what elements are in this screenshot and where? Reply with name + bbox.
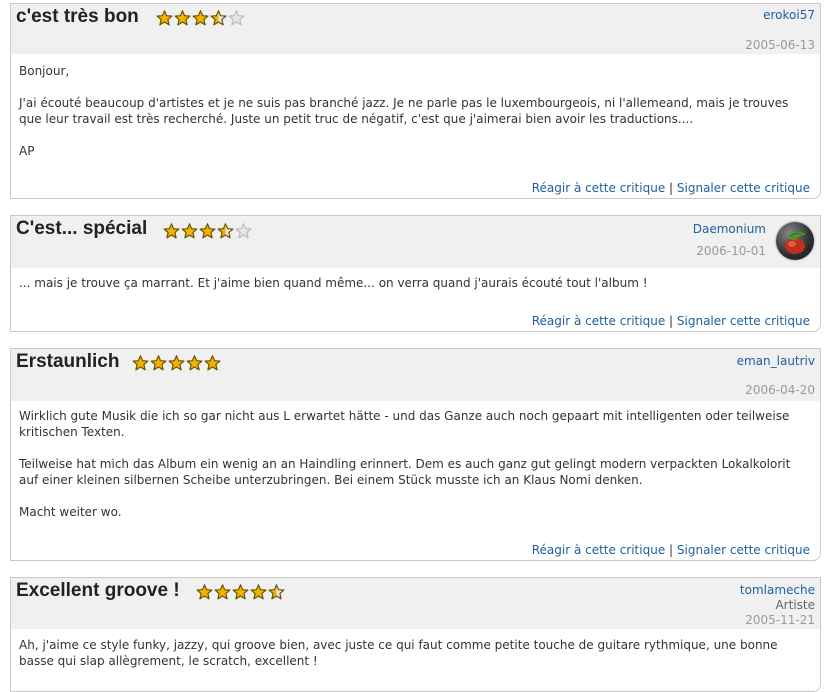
review-header: C'est... spécial Daemonium 2006-10-01 bbox=[11, 216, 820, 268]
review-paragraph: AP bbox=[19, 144, 35, 158]
star-full-icon bbox=[250, 584, 267, 600]
review-paragraph: Bonjour, bbox=[19, 64, 70, 78]
author-link[interactable]: erokoi57 bbox=[745, 8, 815, 23]
review-actions: Réagir à cette critique | Signaler cette… bbox=[532, 181, 810, 195]
star-empty-icon bbox=[235, 223, 252, 239]
author-link[interactable]: Daemonium bbox=[693, 222, 766, 237]
review-date: 2005-11-21 bbox=[745, 613, 815, 627]
review-paragraph: Wirklich gute Musik die ich so gar nicht… bbox=[19, 409, 790, 439]
review-card: C'est... spécial Daemonium 2006-10-01 ..… bbox=[10, 215, 821, 332]
review-meta: Daemonium 2006-10-01 bbox=[693, 222, 766, 259]
review-paragraph: Teilweise hat mich das Album ein wenig a… bbox=[19, 457, 791, 487]
review-meta: tomlameche Artiste 2005-11-21 bbox=[740, 583, 815, 628]
star-full-icon bbox=[196, 584, 213, 600]
author-link[interactable]: eman_lautriv bbox=[737, 354, 815, 369]
star-full-icon bbox=[186, 355, 203, 371]
star-full-icon bbox=[204, 355, 221, 371]
separator: | bbox=[669, 543, 674, 557]
review-actions: Réagir à cette critique | Signaler cette… bbox=[532, 543, 810, 557]
rating-stars bbox=[156, 10, 245, 26]
star-full-icon bbox=[168, 355, 185, 371]
report-link[interactable]: Signaler cette critique bbox=[677, 543, 810, 557]
star-full-icon bbox=[163, 223, 180, 239]
star-full-icon bbox=[232, 584, 249, 600]
report-link[interactable]: Signaler cette critique bbox=[677, 314, 810, 328]
review-paragraph: J'ai écouté beaucoup d'artistes et je ne… bbox=[19, 96, 789, 126]
react-link[interactable]: Réagir à cette critique bbox=[532, 314, 666, 328]
star-half-icon bbox=[217, 223, 234, 239]
star-full-icon bbox=[181, 223, 198, 239]
star-full-icon bbox=[199, 223, 216, 239]
author-link[interactable]: tomlameche bbox=[740, 583, 815, 598]
star-half-icon bbox=[268, 584, 285, 600]
separator: | bbox=[669, 181, 674, 195]
review-card: Erstaunlich eman_lautriv 2006-04-20 Wirk… bbox=[10, 348, 821, 561]
review-date: 2006-04-20 bbox=[745, 383, 815, 397]
review-meta: eman_lautriv 2006-04-20 bbox=[737, 354, 815, 398]
rating-stars bbox=[132, 355, 221, 371]
review-title: c'est très bon bbox=[16, 6, 139, 27]
rating-stars bbox=[196, 584, 285, 600]
star-full-icon bbox=[132, 355, 149, 371]
avatar[interactable] bbox=[776, 222, 814, 260]
review-body: Wirklich gute Musik die ich so gar nicht… bbox=[11, 401, 820, 560]
review-paragraph: ... mais je trouve ça marrant. Et j'aime… bbox=[19, 276, 648, 290]
star-half-icon bbox=[210, 10, 227, 26]
review-actions: Réagir à cette critique | Signaler cette… bbox=[532, 314, 810, 328]
review-title: Erstaunlich bbox=[16, 351, 120, 372]
star-full-icon bbox=[174, 10, 191, 26]
avatar-image bbox=[785, 231, 806, 254]
review-body: Bonjour, J'ai écouté beaucoup d'artistes… bbox=[11, 54, 820, 198]
react-link[interactable]: Réagir à cette critique bbox=[532, 543, 666, 557]
star-empty-icon bbox=[228, 10, 245, 26]
review-date: 2005-06-13 bbox=[745, 38, 815, 52]
review-header: Erstaunlich eman_lautriv 2006-04-20 bbox=[11, 349, 820, 401]
rating-stars bbox=[163, 223, 252, 239]
star-full-icon bbox=[150, 355, 167, 371]
author-role: Artiste bbox=[775, 598, 815, 612]
star-full-icon bbox=[192, 10, 209, 26]
separator: | bbox=[669, 314, 674, 328]
review-card: Excellent groove ! tomlameche Artiste 20… bbox=[10, 577, 821, 692]
review-paragraph: Ah, j'aime ce style funky, jazzy, qui gr… bbox=[19, 638, 778, 668]
review-header: Excellent groove ! tomlameche Artiste 20… bbox=[11, 578, 820, 629]
react-link[interactable]: Réagir à cette critique bbox=[532, 181, 666, 195]
review-date: 2006-10-01 bbox=[696, 244, 766, 258]
review-meta: erokoi57 2005-06-13 bbox=[745, 8, 815, 53]
review-title: Excellent groove ! bbox=[16, 580, 180, 601]
star-full-icon bbox=[214, 584, 231, 600]
review-card: c'est très bon erokoi57 2005-06-13 Bonjo… bbox=[10, 3, 821, 199]
report-link[interactable]: Signaler cette critique bbox=[677, 181, 810, 195]
star-full-icon bbox=[156, 10, 173, 26]
review-paragraph: Macht weiter wo. bbox=[19, 505, 122, 519]
review-body: Ah, j'aime ce style funky, jazzy, qui gr… bbox=[11, 629, 820, 691]
review-title: C'est... spécial bbox=[16, 218, 148, 239]
review-header: c'est très bon erokoi57 2005-06-13 bbox=[11, 4, 820, 54]
